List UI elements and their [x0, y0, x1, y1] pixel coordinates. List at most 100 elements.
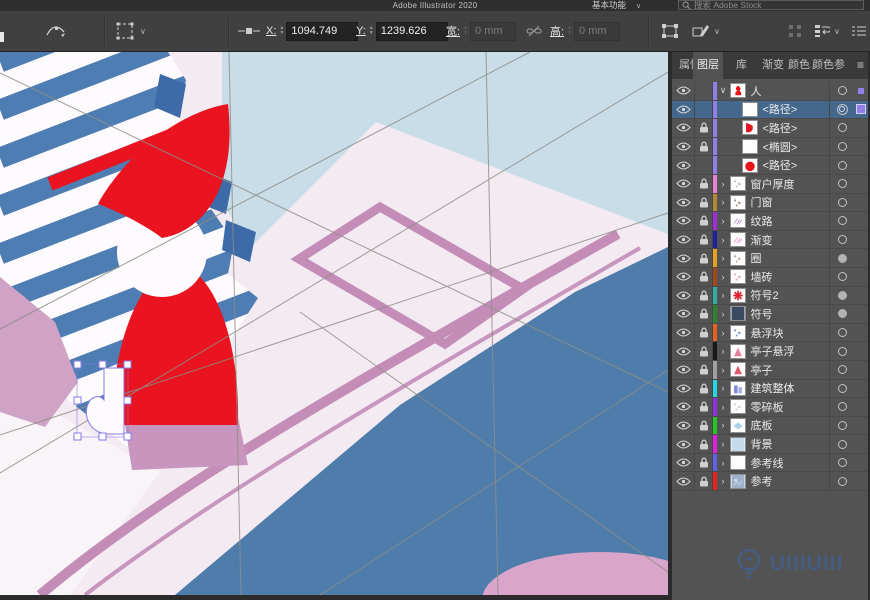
layer-expand-chevron-icon[interactable]: › [717, 309, 730, 319]
y-stepper[interactable]: ▲▼ [369, 26, 374, 36]
layer-selection-column[interactable] [854, 105, 868, 113]
layer-expand-chevron-icon[interactable]: › [717, 346, 730, 356]
layer-expand-chevron-icon[interactable]: › [717, 402, 730, 412]
tab-颜色参[interactable]: 颜色参 [808, 52, 849, 79]
layer-target-cell[interactable] [829, 361, 854, 379]
layer-lock-icon[interactable] [695, 324, 713, 342]
layer-expand-chevron-icon[interactable]: › [717, 235, 730, 245]
layer-expand-chevron-icon[interactable]: › [717, 420, 730, 430]
workspace-switch-icon[interactable]: ∨ [814, 11, 840, 51]
layer-target-cell[interactable] [829, 82, 854, 100]
layer-target-cell[interactable] [829, 138, 854, 156]
layer-expand-chevron-icon[interactable]: ∨ [717, 85, 730, 96]
layer-visibility-eye-icon[interactable] [672, 156, 695, 174]
layer-target-cell[interactable] [829, 380, 854, 398]
layer-target-circle-icon[interactable] [838, 365, 847, 374]
layer-lock-toggle[interactable] [695, 156, 713, 174]
layer-target-circle-icon[interactable] [838, 86, 847, 95]
layer-target-circle-icon[interactable] [838, 161, 847, 170]
layer-visibility-eye-icon[interactable] [672, 231, 695, 249]
layer-expand-chevron-icon[interactable]: › [717, 476, 730, 486]
width-stepper[interactable]: ▲▼ [463, 26, 468, 36]
layer-target-circle-icon[interactable] [838, 458, 847, 467]
layer-target-cell[interactable] [829, 342, 854, 360]
layer-target-circle-icon[interactable] [838, 384, 847, 393]
y-input[interactable] [376, 22, 448, 41]
layer-row-人[interactable]: ∨人 [672, 82, 868, 101]
layer-lock-icon[interactable] [695, 119, 713, 137]
panel-list-icon[interactable] [852, 11, 866, 51]
layer-target-cell[interactable] [829, 175, 854, 193]
layer-visibility-eye-icon[interactable] [672, 119, 695, 137]
layer-target-circle-icon[interactable] [838, 328, 847, 337]
layer-visibility-eye-icon[interactable] [672, 454, 695, 472]
tab-图层[interactable]: 图层 [693, 52, 723, 79]
layer-lock-icon[interactable] [695, 305, 713, 323]
layer-target-cell[interactable] [829, 324, 854, 342]
layer-target-cell[interactable] [829, 156, 854, 174]
layer-row-路径[interactable]: <路径> [672, 119, 868, 138]
layer-expand-chevron-icon[interactable]: › [717, 439, 730, 449]
layer-row-符号[interactable]: ›符号 [672, 305, 868, 324]
layer-row-圈[interactable]: ›圈 [672, 249, 868, 268]
layer-target-cell[interactable] [829, 231, 854, 249]
layer-row-亭子[interactable]: ›亭子 [672, 361, 868, 380]
layer-lock-icon[interactable] [695, 435, 713, 453]
layer-visibility-eye-icon[interactable] [672, 212, 695, 230]
layer-expand-chevron-icon[interactable]: › [717, 328, 730, 338]
layer-lock-icon[interactable] [695, 249, 713, 267]
free-transform-icon[interactable] [660, 11, 680, 51]
layer-row-墙砖[interactable]: ›墙砖 [672, 268, 868, 287]
layer-target-cell[interactable] [829, 194, 854, 212]
layer-visibility-eye-icon[interactable] [672, 82, 695, 100]
layer-target-circle-icon[interactable] [838, 235, 847, 244]
tab-库[interactable]: 库 [732, 52, 751, 79]
artboard[interactable] [0, 52, 668, 595]
layer-lock-icon[interactable] [695, 398, 713, 416]
layer-lock-icon[interactable] [695, 287, 713, 305]
link-broken-icon[interactable] [526, 11, 542, 51]
layer-visibility-eye-icon[interactable] [672, 175, 695, 193]
x-stepper[interactable]: ▲▼ [279, 26, 284, 36]
layer-lock-icon[interactable] [695, 231, 713, 249]
layer-row-亭子悬浮[interactable]: ›亭子悬浮 [672, 342, 868, 361]
layer-lock-icon[interactable] [695, 138, 713, 156]
layer-target-circle-icon[interactable] [838, 309, 847, 318]
layer-target-circle-icon[interactable] [838, 216, 847, 225]
shape-pen-icon[interactable]: ∨ [692, 11, 720, 51]
layer-expand-chevron-icon[interactable]: › [717, 179, 730, 189]
layer-row-零碎板[interactable]: ›零碎板 [672, 398, 868, 417]
layer-visibility-eye-icon[interactable] [672, 305, 695, 323]
layer-target-circle-icon[interactable] [838, 123, 847, 132]
layer-target-cell[interactable] [829, 268, 854, 286]
layer-visibility-eye-icon[interactable] [672, 324, 695, 342]
layer-selection-column[interactable] [854, 88, 868, 94]
layer-row-渐变[interactable]: ›渐变 [672, 231, 868, 250]
layer-visibility-eye-icon[interactable] [672, 342, 695, 360]
layer-visibility-eye-icon[interactable] [672, 435, 695, 453]
layer-visibility-eye-icon[interactable] [672, 249, 695, 267]
layer-lock-icon[interactable] [695, 268, 713, 286]
layer-expand-chevron-icon[interactable]: › [717, 216, 730, 226]
layer-visibility-eye-icon[interactable] [672, 417, 695, 435]
layer-lock-icon[interactable] [695, 417, 713, 435]
layer-lock-icon[interactable] [695, 472, 713, 490]
layer-target-cell[interactable] [829, 212, 854, 230]
layer-target-cell[interactable] [829, 398, 854, 416]
layer-target-cell[interactable] [829, 305, 854, 323]
layer-lock-icon[interactable] [695, 342, 713, 360]
layer-row-路径[interactable]: <路径> [672, 101, 868, 120]
layer-expand-chevron-icon[interactable]: › [717, 290, 730, 300]
layer-target-cell[interactable] [829, 472, 854, 490]
layer-lock-icon[interactable] [695, 194, 713, 212]
layer-target-circle-icon[interactable] [838, 254, 847, 263]
layer-visibility-eye-icon[interactable] [672, 472, 695, 490]
layer-row-参考线[interactable]: ›参考线 [672, 454, 868, 473]
layer-row-纹路[interactable]: ›纹路 [672, 212, 868, 231]
layer-lock-icon[interactable] [695, 361, 713, 379]
anchor-point-icon[interactable] [238, 11, 260, 51]
layer-expand-chevron-icon[interactable]: › [717, 383, 730, 393]
panel-menu-icon[interactable]: ≡ [857, 52, 864, 79]
layer-visibility-eye-icon[interactable] [672, 287, 695, 305]
layer-target-circle-icon[interactable] [838, 291, 847, 300]
